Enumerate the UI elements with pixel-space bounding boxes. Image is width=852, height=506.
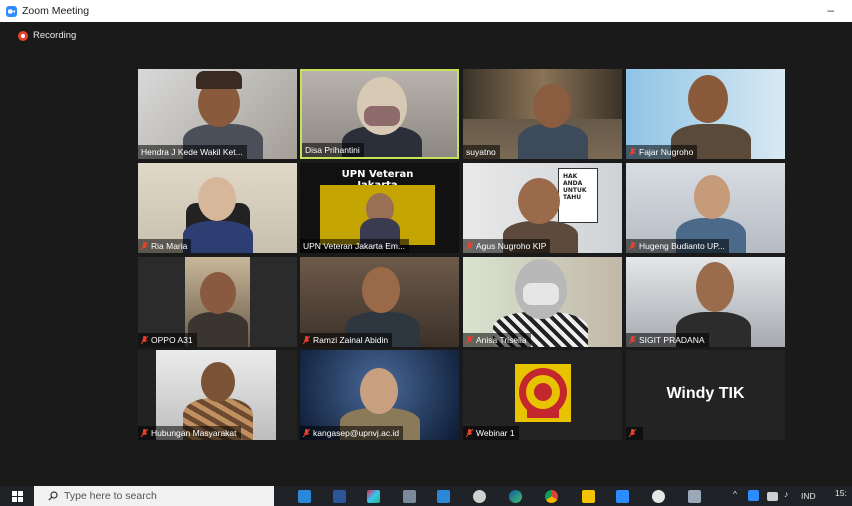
recording-label: Recording (33, 30, 77, 41)
participant-tile-oppo[interactable]: OPPO A31 (138, 257, 297, 347)
app-icon[interactable] (403, 490, 416, 503)
minimize-button[interactable]: – (827, 3, 834, 17)
participant-name: suyatno (466, 147, 496, 157)
window-titlebar: Zoom Meeting – (0, 0, 852, 22)
mic-muted-icon (141, 241, 148, 250)
mic-muted-icon (629, 147, 636, 156)
participant-nametag: Ramzi Zainal Abidin (300, 333, 393, 347)
participant-tile-hugeng[interactable]: Hugeng Budianto UP... (626, 163, 785, 253)
zoom-logo-icon (6, 5, 17, 17)
participant-name: Webinar 1 (476, 428, 515, 438)
tray-chevron-icon[interactable]: ^ (733, 489, 737, 499)
taskbar-search-box[interactable]: Type here to search (34, 486, 274, 506)
network-icon[interactable] (767, 492, 778, 501)
participant-tile-kangasep[interactable]: kangasep@upnvj.ac.id (300, 350, 459, 440)
zoom-taskbar-icon[interactable] (616, 490, 629, 503)
chrome-icon[interactable] (545, 490, 558, 503)
participant-name: Hubungan Masyarakat (151, 428, 237, 438)
word-icon[interactable] (333, 490, 346, 503)
slack-icon[interactable] (367, 490, 380, 503)
search-placeholder: Type here to search (64, 490, 157, 502)
tray-zoom-icon[interactable] (748, 490, 759, 501)
windows-logo-icon (11, 490, 23, 502)
participant-tile-disa[interactable]: Disa Prihantini (300, 69, 459, 159)
participant-nametag (626, 427, 643, 440)
participant-nametag: Anisa Triselia (463, 333, 531, 347)
participant-nametag: suyatno (463, 145, 500, 159)
participant-nametag: kangasep@upnvj.ac.id (300, 426, 404, 440)
participant-name: OPPO A31 (151, 335, 193, 345)
participant-name: Hendra J Kede Wakil Ket... (141, 147, 243, 157)
participant-tile-sigit[interactable]: SIGIT PRADANA (626, 257, 785, 347)
participant-name: SIGIT PRADANA (639, 335, 705, 345)
participant-name: kangasep@upnvj.ac.id (313, 428, 400, 438)
hak-anda-sign: HAK ANDA UNTUK TAHU (558, 168, 598, 223)
participant-nametag: Hugeng Budianto UP... (626, 239, 729, 253)
participant-nametag: Fajar Nugroho (626, 145, 698, 159)
mic-muted-icon (141, 428, 148, 437)
paint-icon[interactable] (688, 490, 701, 503)
participant-nametag: Disa Prihantini (302, 143, 364, 157)
participant-name: Anisa Triselia (476, 335, 527, 345)
mic-muted-icon (466, 241, 473, 250)
participant-name: UPN Veteran Jakarta Em... (303, 241, 406, 251)
participant-nametag: Agus Nugroho KIP (463, 239, 551, 253)
participant-name: Ria Maria (151, 241, 188, 251)
participant-nametag: Hendra J Kede Wakil Ket... (138, 145, 247, 159)
participant-tile-anisa[interactable]: Anisa Triselia (463, 257, 622, 347)
mic-muted-icon (141, 335, 148, 344)
language-indicator[interactable]: IND (801, 491, 816, 501)
participant-nametag: SIGIT PRADANA (626, 333, 709, 347)
mic-muted-icon (629, 429, 636, 438)
participant-tile-suyatno[interactable]: suyatno (463, 69, 622, 159)
participant-tile-upn[interactable]: UPN Veteran Jakarta UPN Veteran Jakarta … (300, 163, 459, 253)
edge-icon[interactable] (509, 490, 522, 503)
participant-tile-webinar[interactable]: Webinar 1 (463, 350, 622, 440)
participant-tile-hendra[interactable]: Hendra J Kede Wakil Ket... (138, 69, 297, 159)
mic-muted-icon (303, 428, 310, 437)
participant-name: Agus Nugroho KIP (476, 241, 547, 251)
mic-muted-icon (466, 428, 473, 437)
recording-indicator[interactable]: Recording (18, 30, 76, 41)
participant-tile-humas[interactable]: Hubungan Masyarakat (138, 350, 297, 440)
mic-muted-icon (629, 335, 636, 344)
participant-tile-agus[interactable]: HAK ANDA UNTUK TAHU Agus Nugroho KIP (463, 163, 622, 253)
search-icon (48, 491, 58, 501)
participant-name: Fajar Nugroho (639, 147, 694, 157)
participant-name: Hugeng Budianto UP... (639, 241, 725, 251)
participant-tile-ramzi[interactable]: Ramzi Zainal Abidin (300, 257, 459, 347)
recording-icon (18, 30, 28, 41)
file-explorer-icon[interactable] (298, 490, 311, 503)
sticky-notes-icon[interactable] (582, 490, 595, 503)
start-button[interactable] (0, 486, 34, 506)
participant-nametag: UPN Veteran Jakarta Em... (300, 239, 410, 253)
participant-tile-windy[interactable]: Windy TIK (626, 350, 785, 440)
mic-muted-icon (629, 241, 636, 250)
calendar-icon[interactable] (437, 490, 450, 503)
participant-tile-fajar[interactable]: Fajar Nugroho (626, 69, 785, 159)
window-title: Zoom Meeting (22, 5, 90, 17)
participant-nametag: Ria Maria (138, 239, 192, 253)
participant-nametag: Webinar 1 (463, 426, 519, 440)
mic-muted-icon (303, 335, 310, 344)
windows-taskbar: Type here to search ^ ♪ IND 15: (0, 486, 852, 506)
participant-tile-ria[interactable]: Ria Maria (138, 163, 297, 253)
clock-icon[interactable] (473, 490, 486, 503)
windy-tik-label: Windy TIK (666, 385, 745, 402)
camera-app-icon[interactable] (652, 490, 665, 503)
participant-name: Ramzi Zainal Abidin (313, 335, 389, 345)
participant-nametag: OPPO A31 (138, 333, 197, 347)
clock-time[interactable]: 15: (835, 488, 847, 498)
participant-name: Disa Prihantini (305, 145, 360, 155)
upn-logo-icon (515, 364, 571, 422)
mic-muted-icon (466, 335, 473, 344)
speaker-icon[interactable]: ♪ (784, 489, 788, 499)
participant-nametag: Hubungan Masyarakat (138, 426, 241, 440)
